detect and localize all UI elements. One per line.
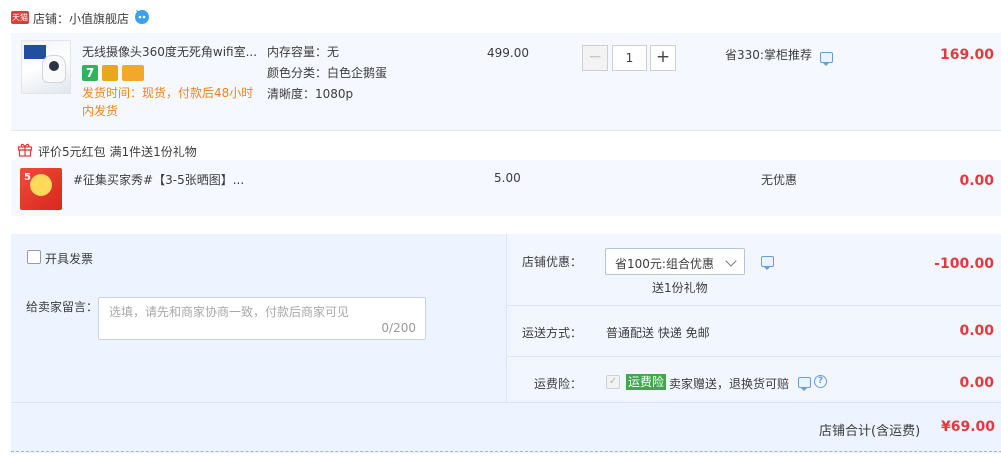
divider: [11, 402, 1001, 403]
seller-message-input[interactable]: [99, 298, 425, 339]
shop-discount-value: 省100元:组合优惠: [615, 257, 714, 271]
cart-item-row: [11, 160, 1001, 216]
gift-icon: [17, 143, 33, 157]
seven-day-return-icon: 7: [82, 65, 98, 81]
item-promotion: 省330:掌柜推荐: [725, 48, 812, 62]
shop-name[interactable]: 店铺：小值旗舰店: [33, 11, 129, 27]
insurance-label: 运费险：: [533, 377, 582, 391]
gift-unit-price: 5.00: [494, 171, 521, 185]
message-char-counter: 0/200: [381, 321, 416, 335]
wangwang-chat-icon[interactable]: [134, 9, 150, 25]
product-title[interactable]: 无线摄像头360度无死角wifi室...: [82, 44, 257, 60]
gift-promotion: 无优惠: [761, 173, 798, 187]
gift-product-title[interactable]: #征集买家秀#【3-5张晒图】...: [73, 171, 244, 188]
shipping-label: 运送方式：: [521, 326, 582, 340]
attr-memory: 内存容量：无: [267, 45, 340, 59]
shop-discount-select[interactable]: 省100元:组合优惠: [605, 248, 745, 275]
invoice-label[interactable]: 开具发票: [45, 250, 93, 267]
insurance-description: 卖家赠送，退换货可赔: [669, 377, 790, 391]
card-payment-icon: [122, 65, 144, 81]
decrease-quantity-button[interactable]: −: [582, 45, 608, 71]
shop-total-amount: ¥69.00: [941, 419, 996, 435]
shop-discount-gift: 送1份礼物: [652, 281, 708, 295]
insurance-checkbox[interactable]: ✓: [606, 375, 620, 389]
insurance-badge: 运费险: [626, 374, 667, 390]
gift-subtotal: 0.00: [959, 173, 994, 189]
invoice-checkbox[interactable]: [27, 250, 41, 264]
attr-resolution: 清晰度：1080p: [267, 87, 354, 101]
tmall-logo: 天猫: [11, 11, 29, 24]
insurance-amount: 0.00: [959, 375, 994, 391]
shop-total-label: 店铺合计(含运费): [819, 424, 921, 439]
quantity-input[interactable]: 1: [612, 45, 647, 71]
divider: [506, 305, 1001, 306]
gift-product-thumbnail[interactable]: 5: [20, 168, 62, 210]
product-thumbnail[interactable]: [21, 40, 71, 94]
shop-discount-amount: -100.00: [934, 256, 994, 272]
guarantee-icon: [102, 65, 118, 81]
message-label: 给卖家留言：: [26, 300, 99, 314]
discount-comment-icon[interactable]: [761, 256, 774, 270]
item-subtotal: 169.00: [939, 47, 994, 63]
shipping-method: 普通配送 快递 免邮: [606, 326, 710, 340]
divider: [11, 451, 1001, 453]
shop-discount-label: 店铺优惠：: [521, 255, 582, 269]
unit-price: 499.00: [487, 46, 529, 60]
promo-comment-icon[interactable]: [820, 52, 833, 66]
attr-color: 颜色分类：白色企鹅蛋: [267, 66, 388, 80]
chevron-down-icon: [725, 255, 737, 267]
divider: [506, 356, 1001, 357]
delivery-time: 发货时间：现货，付款后48小时内发货: [82, 86, 254, 118]
increase-quantity-button[interactable]: +: [650, 45, 676, 71]
gift-promotion-text: 评价5元红包 满1件送1份礼物: [38, 145, 197, 159]
shipping-amount: 0.00: [959, 323, 994, 339]
help-icon[interactable]: ?: [814, 375, 827, 388]
seller-message-field: 0/200: [98, 297, 426, 340]
insurance-comment-icon[interactable]: [798, 377, 811, 391]
